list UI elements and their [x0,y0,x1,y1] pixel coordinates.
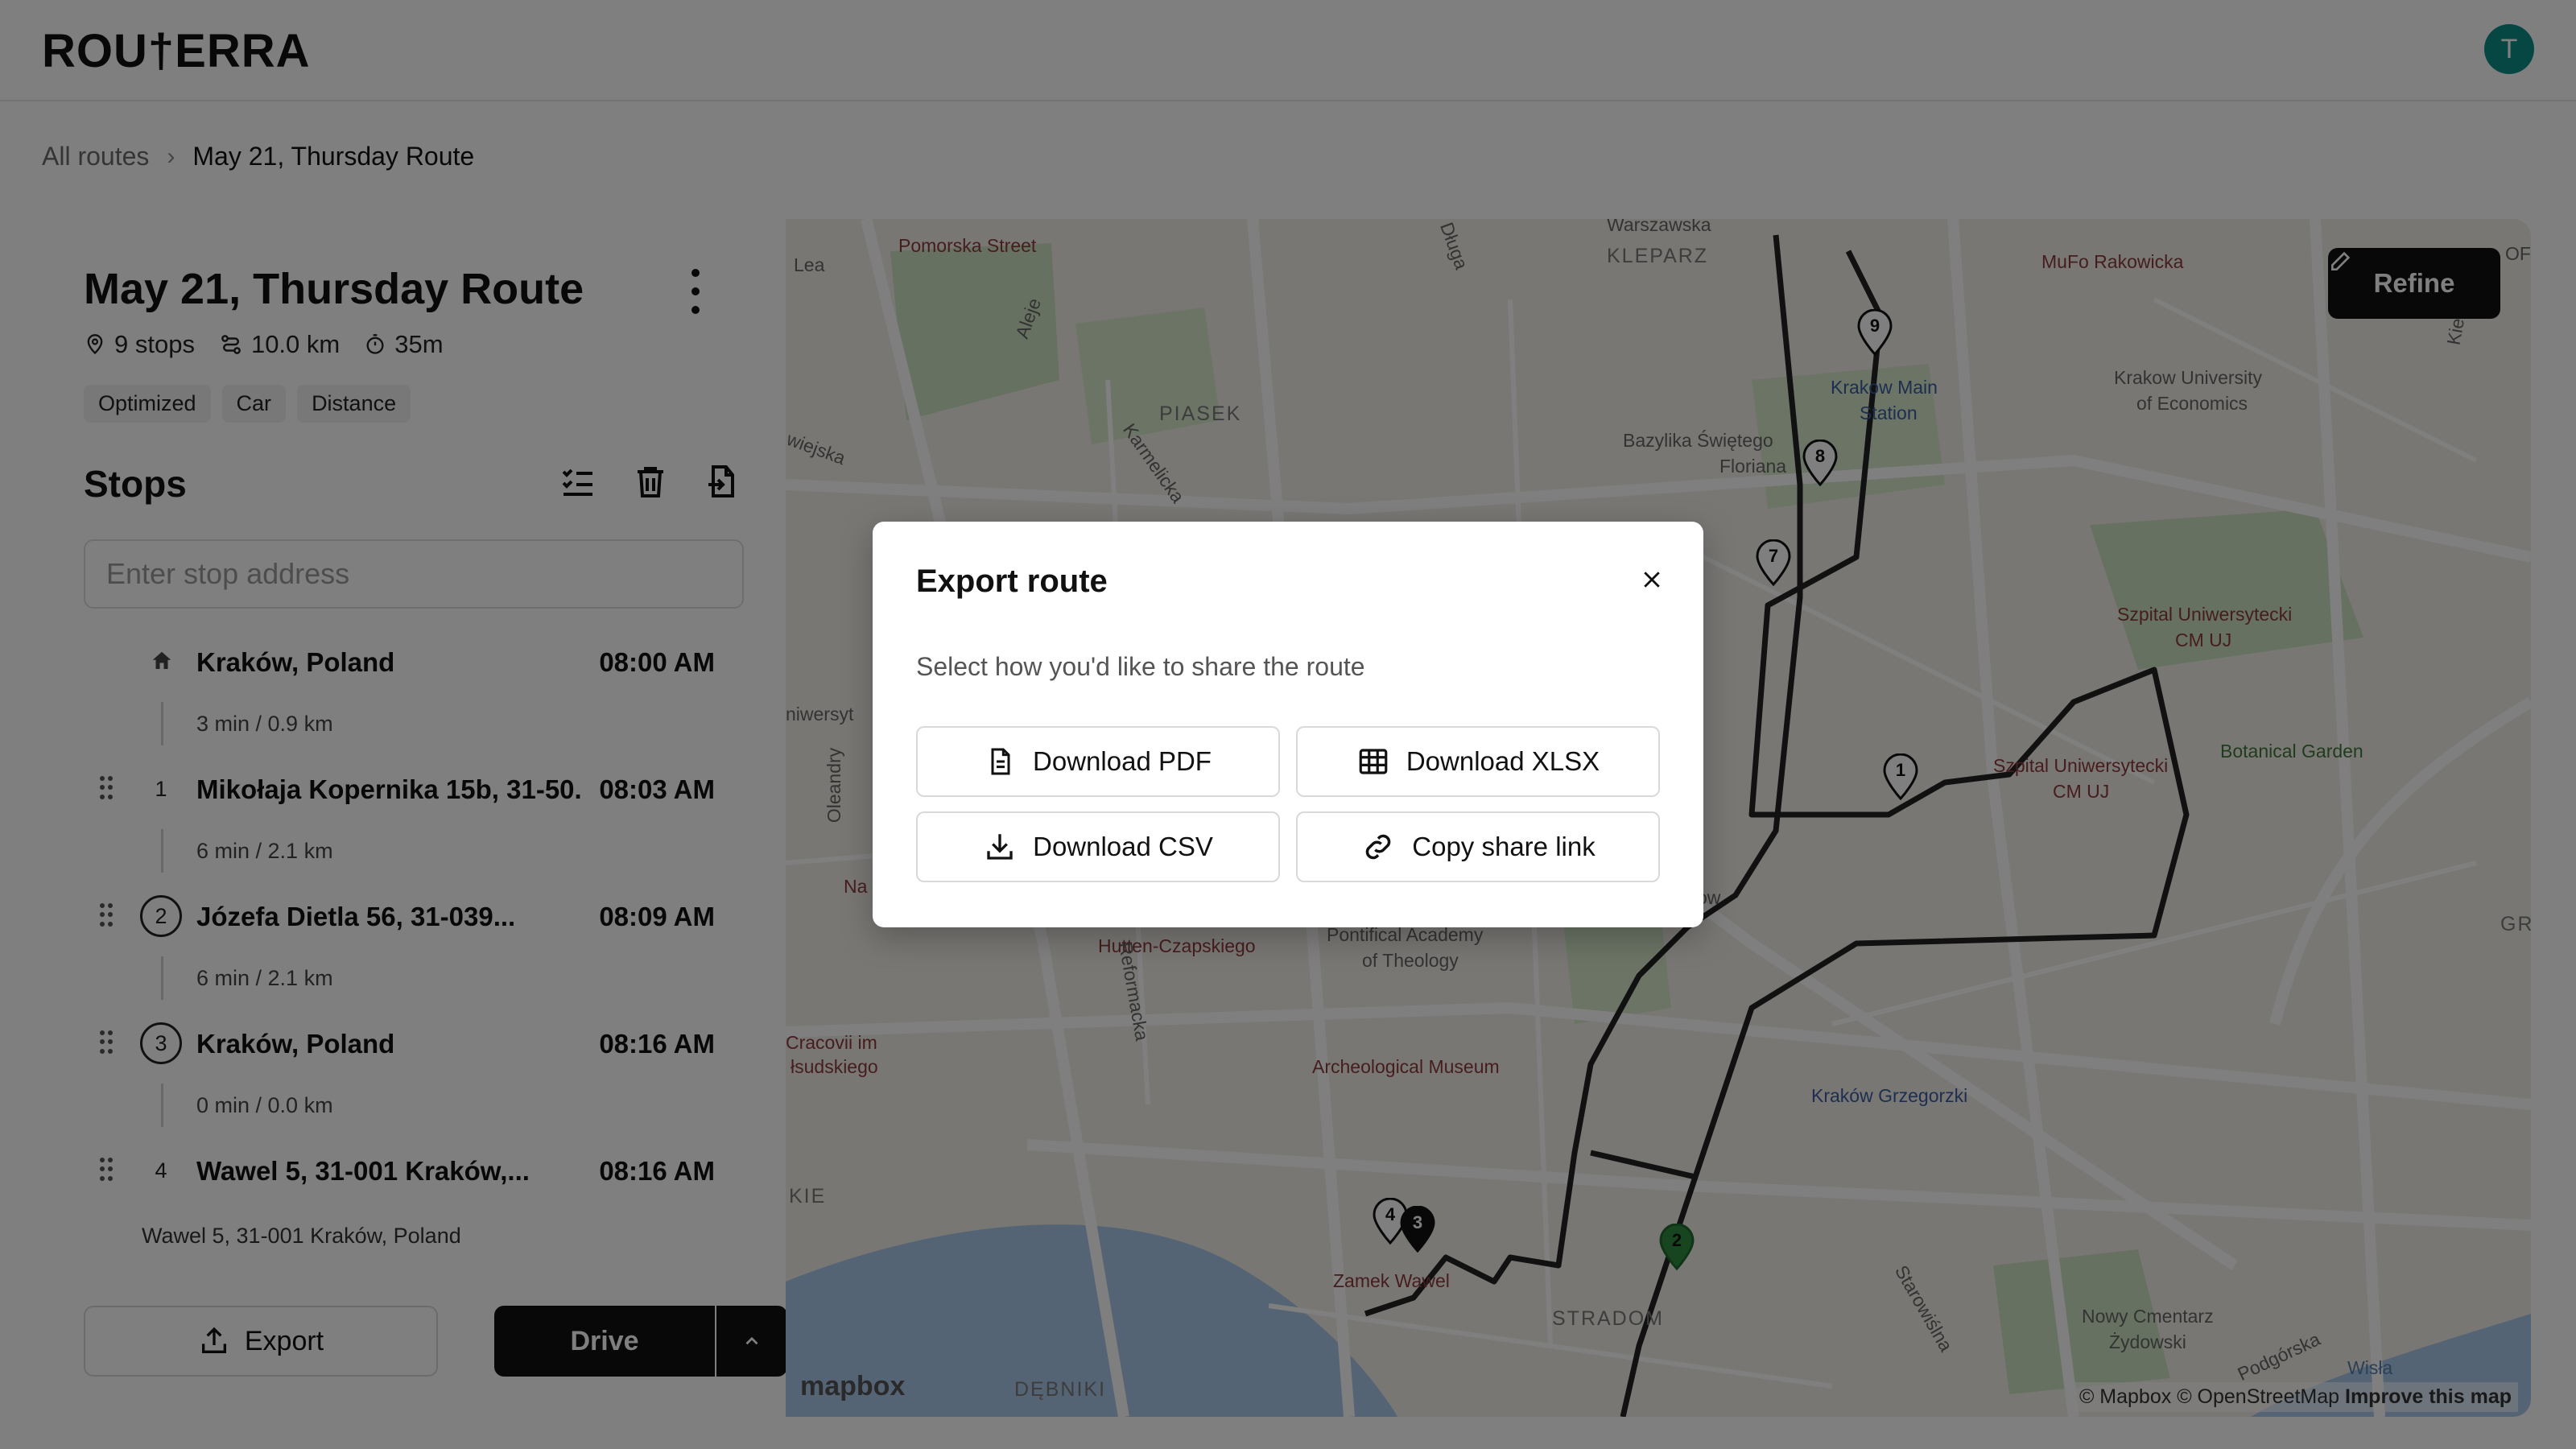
copy-share-link-label: Copy share link [1412,832,1596,861]
download-xlsx-button[interactable]: Download XLSX [1296,726,1660,797]
download-pdf-button[interactable]: Download PDF [916,726,1280,797]
download-pdf-label: Download PDF [1033,746,1212,776]
close-icon[interactable] [1636,564,1668,596]
download-csv-button[interactable]: Download CSV [916,811,1280,882]
download-xlsx-label: Download XLSX [1406,746,1600,776]
link-icon [1365,834,1391,860]
copy-share-link-button[interactable]: Copy share link [1296,811,1660,882]
app-root: ROU†ERRA T All routes › May 21, Thursday… [0,0,2576,1449]
document-icon [991,748,1010,775]
download-icon [987,834,1013,860]
table-icon [1359,749,1388,774]
dialog-title: Export route [916,564,1108,599]
download-csv-label: Download CSV [1033,832,1213,861]
export-route-dialog: Export route Select how you'd like to sh… [873,522,1703,927]
dialog-description: Select how you'd like to share the route [916,652,1365,681]
